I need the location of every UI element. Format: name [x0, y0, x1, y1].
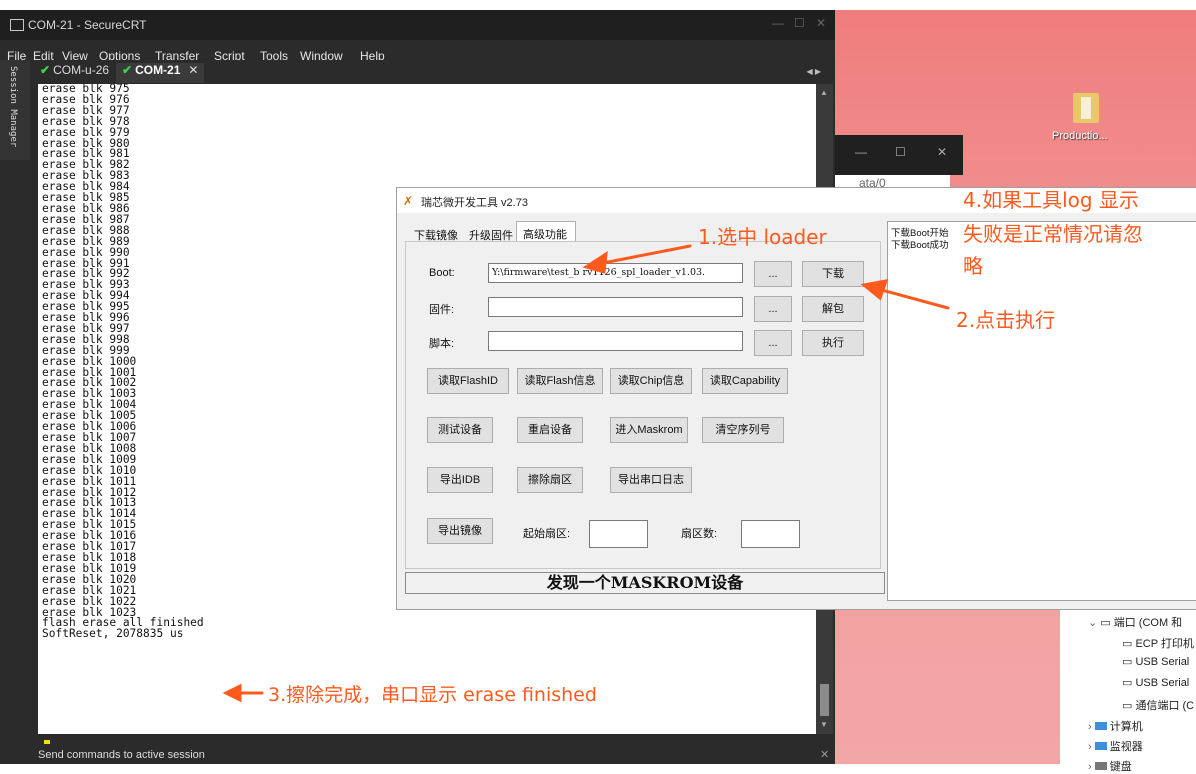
annotation-step2: 2.点击执行 [956, 308, 1056, 332]
annotation-step4-line1: 4.如果工具log 显示 [963, 188, 1139, 212]
annotation-arrows [222, 244, 950, 703]
arrowhead-step1 [582, 251, 608, 274]
arrowhead-step2 [860, 279, 889, 301]
arrow-step2 [876, 287, 950, 310]
annotation-step4-line3: 略 [963, 254, 983, 278]
annotation-step1: 1.选中 loader [698, 225, 827, 249]
annotation-step4-line2: 失败是正常情况请忽 [963, 222, 1143, 246]
arrow-step1 [596, 244, 692, 266]
arrowhead-step3 [222, 683, 242, 703]
annotation-step3: 3.擦除完成，串口显示 erase finished [268, 684, 597, 706]
